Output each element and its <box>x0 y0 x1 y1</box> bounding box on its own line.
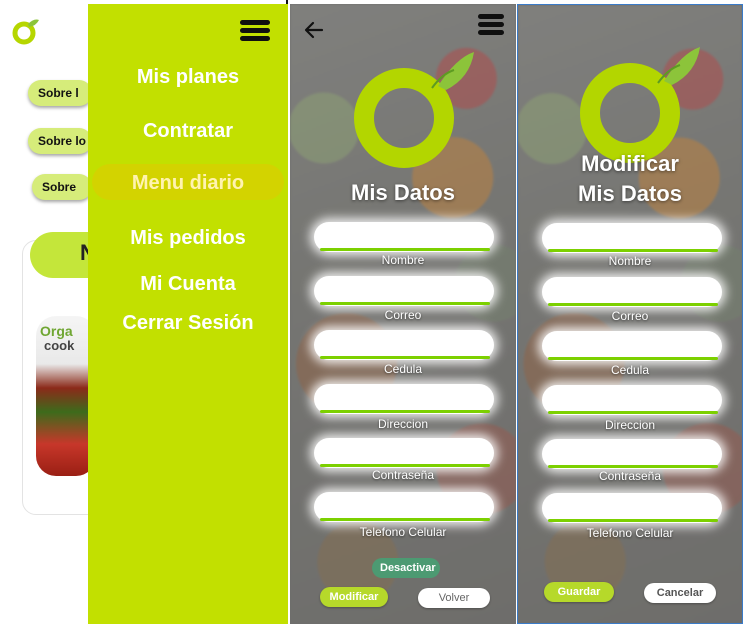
modify-button[interactable]: Modificar <box>320 587 388 607</box>
save-button[interactable]: Guardar <box>544 582 614 602</box>
phone-label: Telefono Celular <box>359 525 447 539</box>
id-number-label: Cedula <box>610 363 650 377</box>
modificar-datos-screen: Modificar Mis Datos Nombre Correo Cedula… <box>517 4 743 624</box>
page-title-line-1: Modificar <box>581 151 679 176</box>
about-button-3[interactable]: Sobre <box>32 174 92 200</box>
back-button[interactable]: Volver <box>418 588 490 608</box>
menu-icon[interactable] <box>478 14 504 36</box>
menu-item-cerrar-sesion[interactable]: Cerrar Sesión <box>88 312 288 335</box>
product-label-brand: Orga <box>40 323 73 339</box>
menu-item-menu-diario[interactable]: Menu diario <box>88 172 288 195</box>
menu-item-mis-planes[interactable]: Mis planes <box>88 66 288 89</box>
menu-item-mi-cuenta[interactable]: Mi Cuenta <box>88 273 288 296</box>
password-label: Contraseña <box>371 468 435 482</box>
menu-icon[interactable] <box>240 20 270 42</box>
back-arrow-icon[interactable] <box>302 18 326 42</box>
side-drawer: Mis planes Contratar Menu diario Mis ped… <box>88 4 288 624</box>
address-label: Direccion <box>377 417 428 431</box>
deactivate-button[interactable]: Desactivar <box>372 558 440 578</box>
about-button-2[interactable]: Sobre lo <box>28 128 92 154</box>
id-number-label: Cedula <box>383 362 423 376</box>
name-label: Nombre <box>381 253 425 267</box>
phone-label: Telefono Celular <box>586 526 674 540</box>
address-label: Direccion <box>604 418 655 432</box>
menu-item-mis-pedidos[interactable]: Mis pedidos <box>88 227 288 250</box>
logo-icon <box>354 52 474 168</box>
password-label: Contraseña <box>598 469 662 483</box>
page-title: Mis Datos <box>351 180 455 205</box>
product-label-sub: cook <box>44 338 75 353</box>
page-title-line-2: Mis Datos <box>578 181 682 206</box>
mis-datos-screen: Mis Datos Nombre Correo Cedula Direccion… <box>290 4 516 624</box>
email-label: Correo <box>611 309 649 323</box>
email-label: Correo <box>384 308 422 322</box>
logo-icon <box>12 19 39 45</box>
name-label: Nombre <box>608 254 652 268</box>
about-button-1[interactable]: Sobre l <box>28 80 92 106</box>
menu-item-contratar[interactable]: Contratar <box>88 120 288 143</box>
cancel-button[interactable]: Cancelar <box>644 583 716 603</box>
